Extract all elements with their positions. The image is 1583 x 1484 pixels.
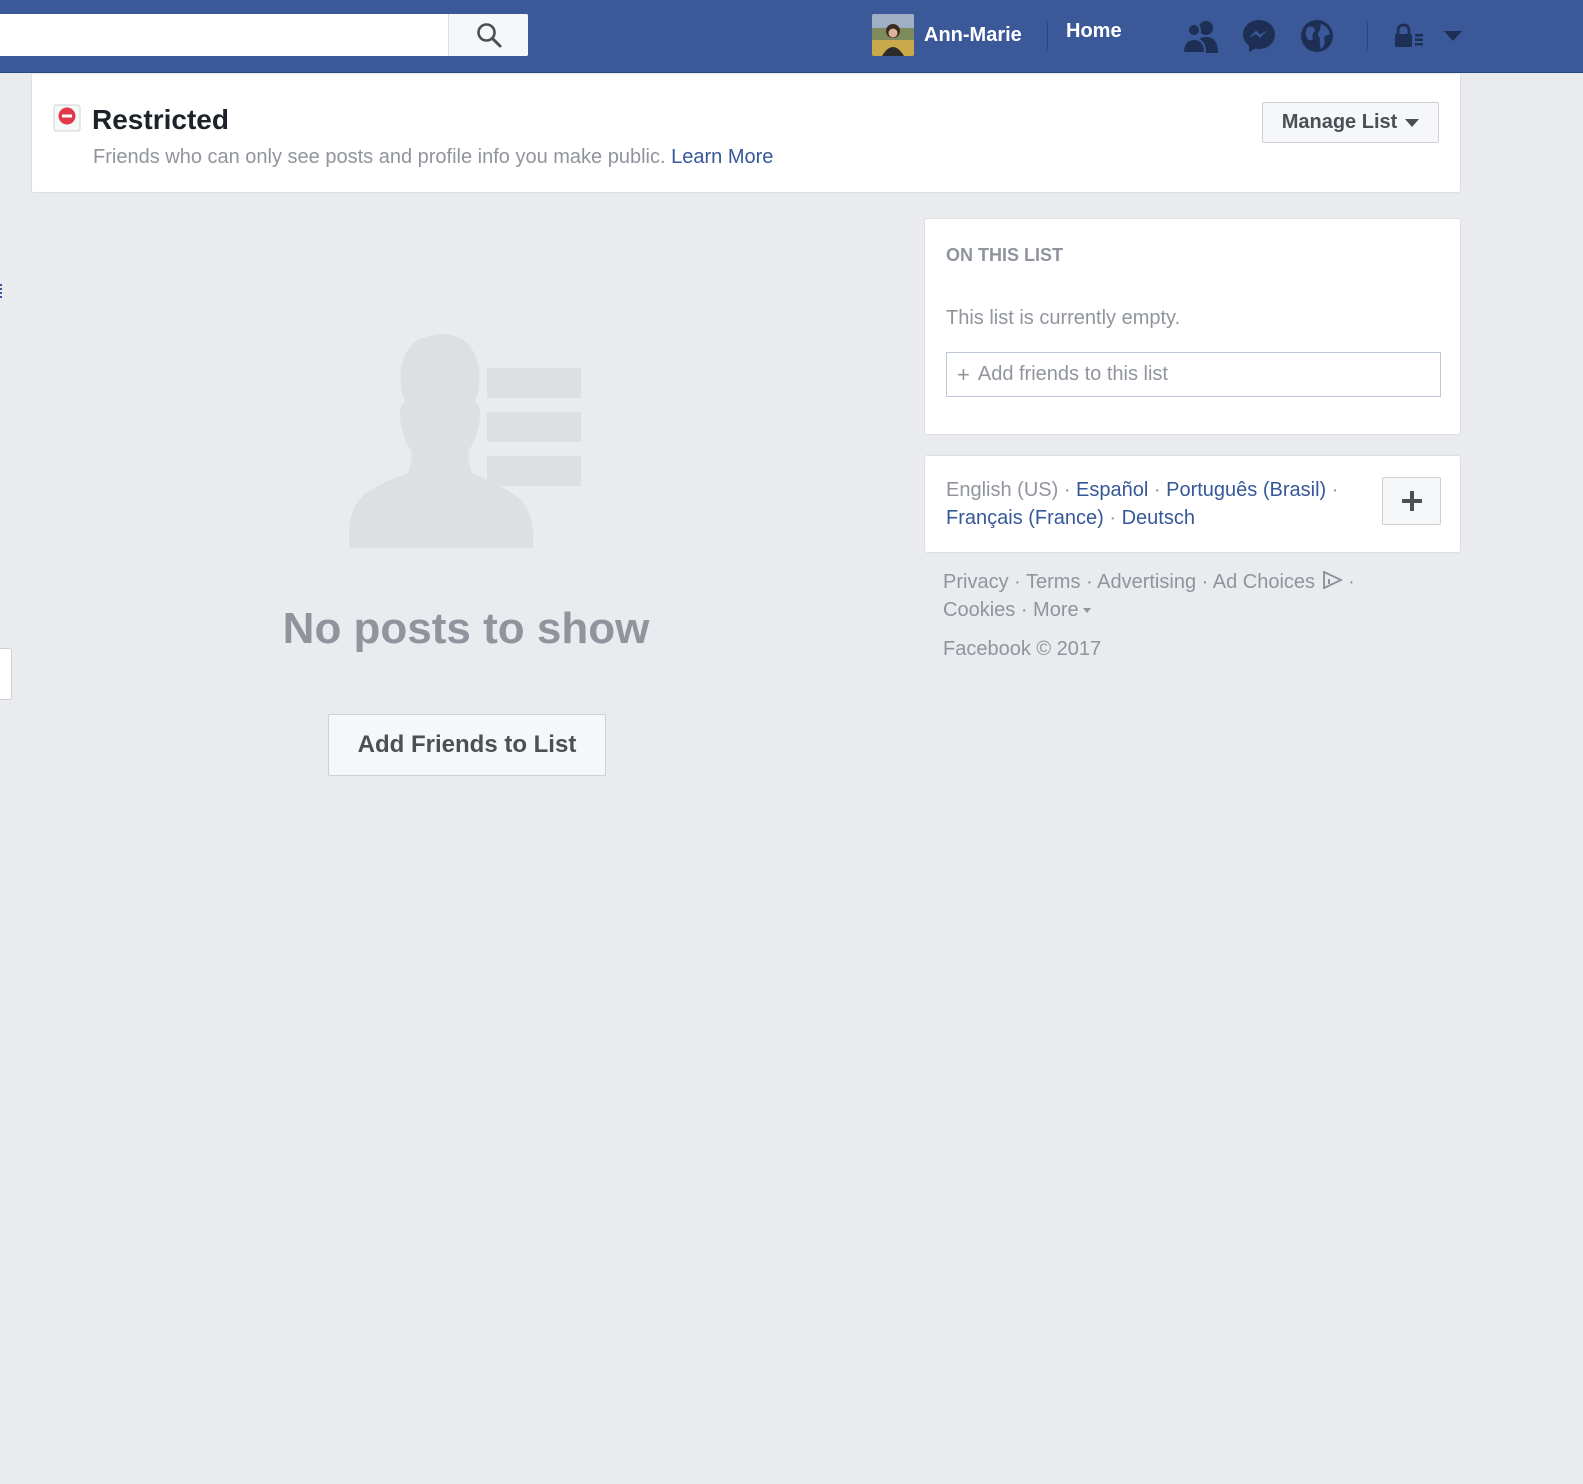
profile-name: Ann-Marie xyxy=(924,23,1022,46)
list-description: Friends who can only see posts and profi… xyxy=(93,146,773,169)
language-link-deutsch[interactable]: Deutsch xyxy=(1122,507,1195,529)
on-this-list-card: ON THIS LIST This list is currently empt… xyxy=(924,218,1461,435)
nav-separator xyxy=(1047,22,1048,50)
list-description-text: Friends who can only see posts and profi… xyxy=(93,146,666,168)
friend-requests-icon[interactable] xyxy=(1181,16,1221,56)
left-sidebar-fragment xyxy=(0,284,3,298)
language-link-espanol[interactable]: Español xyxy=(1076,479,1148,501)
add-friends-to-list-button[interactable]: Add Friends to List xyxy=(328,714,606,776)
language-link-francais[interactable]: Français (France) xyxy=(946,507,1104,529)
footer-link-more[interactable]: More xyxy=(1033,599,1091,621)
privacy-shortcuts-icon[interactable] xyxy=(1389,16,1429,56)
footer-link-ad-choices[interactable]: Ad Choices xyxy=(1213,571,1315,593)
avatar xyxy=(872,14,914,56)
ad-choices-icon xyxy=(1322,570,1343,590)
language-selector-card: English (US) · Español · Português (Bras… xyxy=(924,455,1461,553)
top-navigation-bar: Ann-Marie Home xyxy=(0,0,1583,73)
footer-link-privacy[interactable]: Privacy xyxy=(943,571,1009,593)
language-list: English (US) · Español · Português (Bras… xyxy=(946,479,1339,529)
search-box xyxy=(0,14,528,56)
list-title: Restricted xyxy=(92,104,229,135)
search-button[interactable] xyxy=(448,14,528,56)
search-icon xyxy=(476,23,501,48)
profile-link[interactable]: Ann-Marie xyxy=(872,14,1022,56)
learn-more-link[interactable]: Learn More xyxy=(671,146,773,168)
footer-link-terms[interactable]: Terms xyxy=(1026,571,1080,593)
current-language: English (US) xyxy=(946,479,1059,501)
notifications-globe-icon[interactable] xyxy=(1297,16,1337,56)
plus-icon: + xyxy=(957,361,970,387)
empty-list-illustration xyxy=(345,332,585,552)
add-friends-input[interactable] xyxy=(977,363,1418,386)
add-friends-field[interactable]: + xyxy=(946,352,1441,397)
restricted-icon xyxy=(53,104,81,132)
account-menu-chevron-down-icon[interactable] xyxy=(1433,16,1473,56)
home-link[interactable]: Home xyxy=(1066,20,1122,43)
messenger-icon[interactable] xyxy=(1239,16,1279,56)
footer-link-advertising[interactable]: Advertising xyxy=(1097,571,1196,593)
more-languages-button[interactable] xyxy=(1382,477,1441,525)
search-input[interactable] xyxy=(0,14,448,56)
manage-list-label: Manage List xyxy=(1281,111,1398,133)
footer-links: Privacy · Terms · Advertising · Ad Choic… xyxy=(943,570,1355,621)
footer-link-cookies[interactable]: Cookies xyxy=(943,599,1015,621)
on-this-list-heading: ON THIS LIST xyxy=(946,245,1063,265)
caret-down-icon xyxy=(1082,608,1091,613)
list-header-card: Restricted Friends who can only see post… xyxy=(31,74,1461,193)
nav-separator xyxy=(1367,22,1368,50)
plus-icon xyxy=(1401,491,1422,511)
caret-down-icon xyxy=(1405,118,1420,127)
left-collapsed-tab[interactable] xyxy=(0,648,12,700)
copyright: Facebook © 2017 xyxy=(943,638,1102,660)
empty-state-title: No posts to show xyxy=(282,604,650,653)
manage-list-button[interactable]: Manage List xyxy=(1262,102,1439,143)
list-empty-message: This list is currently empty. xyxy=(946,307,1181,329)
language-link-portugues[interactable]: Português (Brasil) xyxy=(1166,479,1326,501)
